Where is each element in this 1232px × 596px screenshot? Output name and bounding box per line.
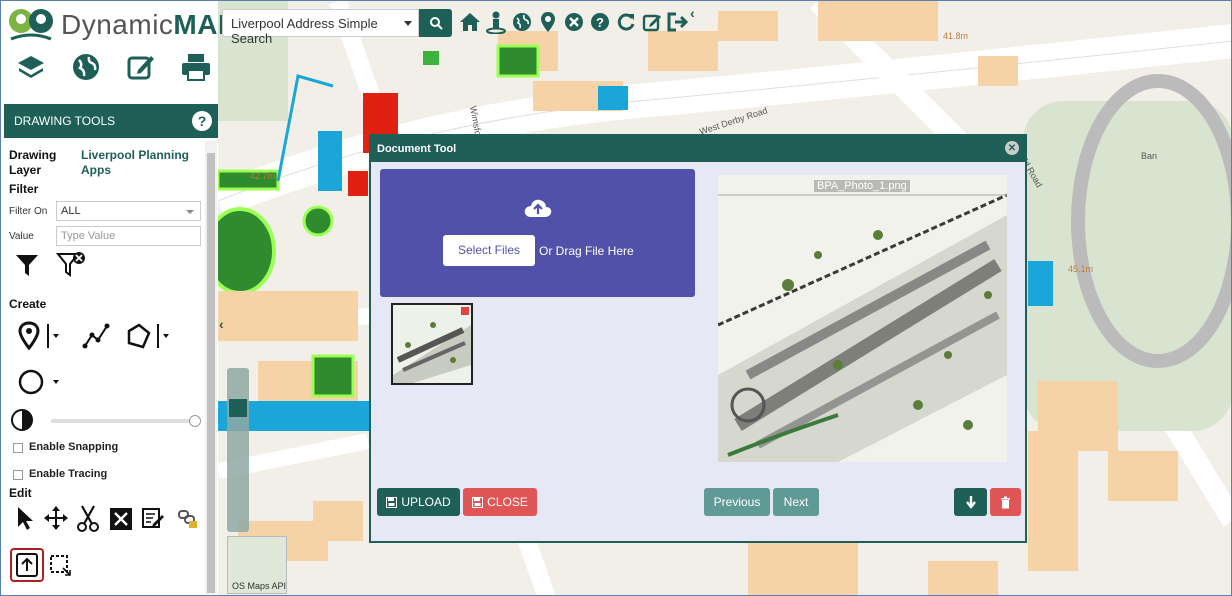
next-button[interactable]: Next bbox=[773, 488, 819, 516]
document-preview: BPA_Photo_1.png bbox=[718, 175, 1007, 462]
map-toolbar: ? bbox=[459, 9, 689, 35]
draw-line-icon[interactable] bbox=[81, 321, 111, 351]
chevron-down-icon bbox=[404, 21, 412, 26]
chevron-left-icon[interactable]: ‹ bbox=[690, 5, 695, 21]
save-icon bbox=[472, 496, 484, 508]
scissors-icon[interactable] bbox=[75, 504, 101, 532]
drawing-tools-panel: DRAWING TOOLS ? Drawing Layer Liverpool … bbox=[1, 101, 218, 595]
map-label-park: Ban bbox=[1141, 151, 1158, 161]
drag-file-hint: Or Drag File Here bbox=[539, 244, 634, 258]
filter-on-select[interactable]: ALL bbox=[56, 201, 201, 221]
save-icon bbox=[386, 496, 398, 508]
layers-icon[interactable] bbox=[15, 51, 47, 83]
globe-icon[interactable] bbox=[70, 51, 102, 83]
svg-text:?: ? bbox=[596, 15, 604, 30]
map-label-spot2: 45.1m bbox=[1068, 264, 1094, 274]
draw-circle-icon[interactable] bbox=[17, 367, 63, 397]
basemap-label: OS Maps API bbox=[232, 581, 287, 591]
map-label-spot3: 42.7m bbox=[250, 171, 276, 181]
draw-polygon-icon[interactable] bbox=[123, 321, 173, 351]
upload-button[interactable]: UPLOAD bbox=[377, 488, 460, 516]
move-icon[interactable] bbox=[42, 504, 70, 532]
filter-on-label: Filter On bbox=[9, 206, 48, 217]
cloud-upload-icon bbox=[524, 199, 552, 217]
delete-button[interactable] bbox=[990, 488, 1021, 516]
upload-file-icon bbox=[16, 553, 38, 577]
document-upload-button[interactable] bbox=[10, 548, 44, 582]
help-icon[interactable]: ? bbox=[589, 9, 611, 35]
refresh-icon[interactable] bbox=[615, 9, 637, 35]
print-icon[interactable] bbox=[180, 51, 212, 83]
document-thumbnail[interactable] bbox=[391, 303, 473, 385]
address-search-select[interactable]: Liverpool Address Simple Search bbox=[222, 9, 419, 46]
map-marker-icon[interactable] bbox=[537, 9, 559, 35]
home-icon[interactable] bbox=[459, 9, 481, 35]
opacity-icon bbox=[9, 407, 35, 433]
close-icon[interactable]: ✕ bbox=[1005, 141, 1019, 155]
link-document-icon[interactable] bbox=[176, 507, 200, 531]
draw-point-icon[interactable] bbox=[17, 321, 63, 351]
edit-icon[interactable] bbox=[125, 51, 157, 83]
select-box-icon[interactable] bbox=[47, 552, 73, 578]
trash-icon bbox=[1001, 496, 1010, 508]
preview-filename: BPA_Photo_1.png bbox=[814, 180, 910, 192]
logo-icon bbox=[9, 9, 53, 41]
opacity-slider[interactable] bbox=[51, 415, 201, 427]
snapping-checkbox[interactable] bbox=[13, 443, 23, 453]
globe-icon[interactable] bbox=[511, 9, 533, 35]
snapping-label: Enable Snapping bbox=[29, 441, 119, 453]
preview-image bbox=[718, 175, 1007, 462]
logout-icon[interactable] bbox=[667, 9, 689, 35]
edit-icon[interactable] bbox=[641, 9, 663, 35]
drawing-layer-label: Drawing Layer bbox=[9, 148, 57, 177]
search-icon bbox=[429, 17, 443, 30]
clear-filter-icon[interactable] bbox=[56, 251, 86, 279]
previous-button[interactable]: Previous bbox=[704, 488, 770, 516]
street-view-icon[interactable] bbox=[485, 9, 507, 35]
value-input[interactable]: Type Value bbox=[56, 226, 201, 246]
help-icon[interactable]: ? bbox=[192, 111, 212, 131]
app-window: 41.8m 45.1m 42.7m Wimsford Road West Der… bbox=[0, 0, 1232, 596]
edit-label: Edit bbox=[9, 486, 32, 500]
map-label-spot1: 41.8m bbox=[943, 31, 969, 41]
select-pointer-icon[interactable] bbox=[13, 504, 37, 532]
create-label: Create bbox=[9, 297, 47, 311]
close-button[interactable]: CLOSE bbox=[463, 488, 537, 516]
drawing-layer-value[interactable]: Liverpool Planning Apps bbox=[81, 148, 201, 178]
sidebar-scrollbar[interactable] bbox=[205, 141, 217, 594]
select-files-button[interactable]: Select Files bbox=[443, 235, 535, 266]
close-circle-icon[interactable] bbox=[563, 9, 585, 35]
app-header: DynamicMAPS bbox=[1, 1, 256, 101]
download-button[interactable] bbox=[954, 488, 987, 516]
document-tool-dialog: Document Tool ✕ Select Files Or Drag Fil… bbox=[369, 134, 1027, 543]
tracing-checkbox[interactable] bbox=[13, 470, 23, 480]
remove-thumbnail-icon[interactable] bbox=[461, 307, 469, 315]
panel-title: DRAWING TOOLS bbox=[14, 114, 116, 128]
tracing-label: Enable Tracing bbox=[29, 468, 108, 480]
dialog-title: Document Tool ✕ bbox=[371, 136, 1025, 162]
chevron-left-icon[interactable]: ‹ bbox=[219, 316, 231, 334]
filter-icon[interactable] bbox=[13, 251, 41, 279]
file-dropzone[interactable]: Select Files Or Drag File Here bbox=[380, 169, 695, 297]
search-button[interactable] bbox=[419, 9, 452, 37]
zoom-slider[interactable] bbox=[227, 368, 249, 532]
panel-header: DRAWING TOOLS ? bbox=[4, 104, 218, 138]
chevron-down-icon bbox=[186, 210, 194, 214]
delete-feature-icon[interactable] bbox=[108, 506, 134, 532]
value-label: Value bbox=[9, 231, 34, 242]
edit-attributes-icon[interactable] bbox=[140, 505, 166, 531]
zoom-slider-handle[interactable] bbox=[229, 399, 247, 417]
filter-label: Filter bbox=[9, 182, 39, 196]
arrow-down-icon bbox=[965, 496, 976, 509]
